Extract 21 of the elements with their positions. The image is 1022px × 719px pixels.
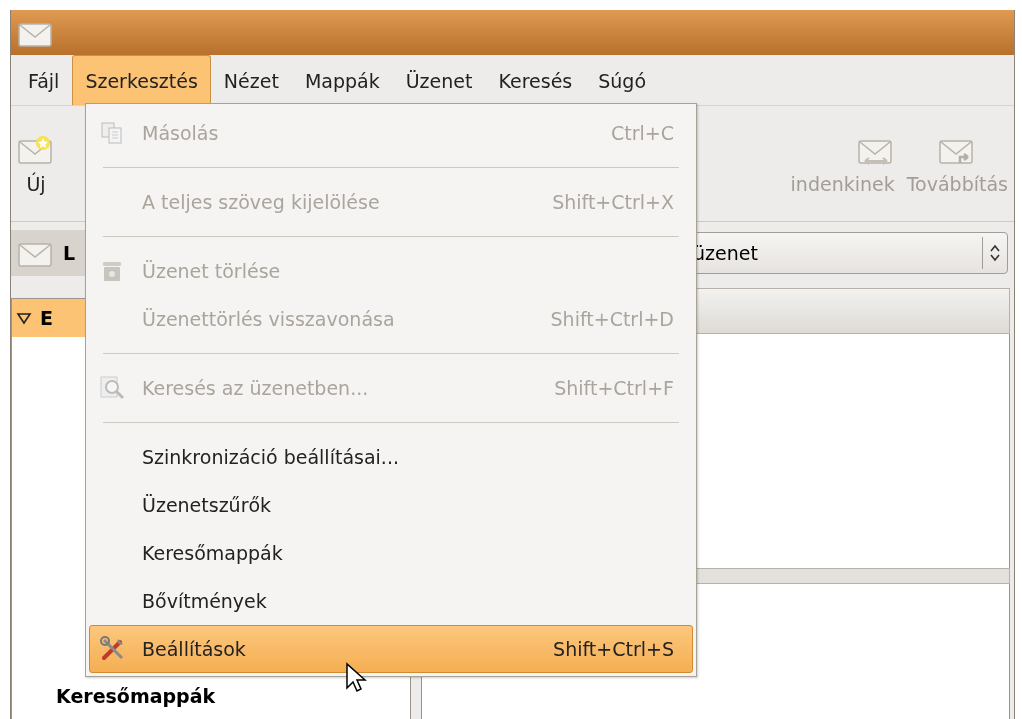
menu-item[interactable]: Üzenet bbox=[392, 55, 486, 105]
menu-item[interactable]: Keresőmappák bbox=[89, 529, 693, 577]
search-icon bbox=[100, 375, 126, 401]
tools-icon bbox=[100, 636, 126, 662]
folder-label[interactable]: Keresőmappák bbox=[12, 685, 410, 719]
menu-item[interactable]: Bővítmények bbox=[89, 577, 693, 625]
updown-icon bbox=[989, 243, 1001, 263]
menu-item[interactable]: Mappák bbox=[291, 55, 393, 105]
menu-item[interactable]: Súgó bbox=[585, 55, 660, 105]
copy-icon bbox=[100, 121, 124, 145]
menu-item[interactable]: Nézet bbox=[210, 55, 292, 105]
menu-item[interactable]: Fájl bbox=[15, 55, 73, 105]
menu-item[interactable]: Üzenetszűrők bbox=[89, 481, 693, 529]
menu-item[interactable]: Keresés bbox=[485, 55, 586, 105]
expander-icon bbox=[16, 311, 32, 325]
toolbar-button[interactable]: Új bbox=[11, 132, 61, 195]
trash-icon bbox=[100, 259, 124, 283]
menu-item[interactable]: Szerkesztés bbox=[72, 55, 211, 105]
pointer-cursor-icon bbox=[345, 662, 367, 694]
menu-item[interactable]: Szinkronizáció beállításai... bbox=[89, 433, 693, 481]
menu-item[interactable]: Beállítások Shift+Ctrl+S bbox=[89, 625, 693, 673]
